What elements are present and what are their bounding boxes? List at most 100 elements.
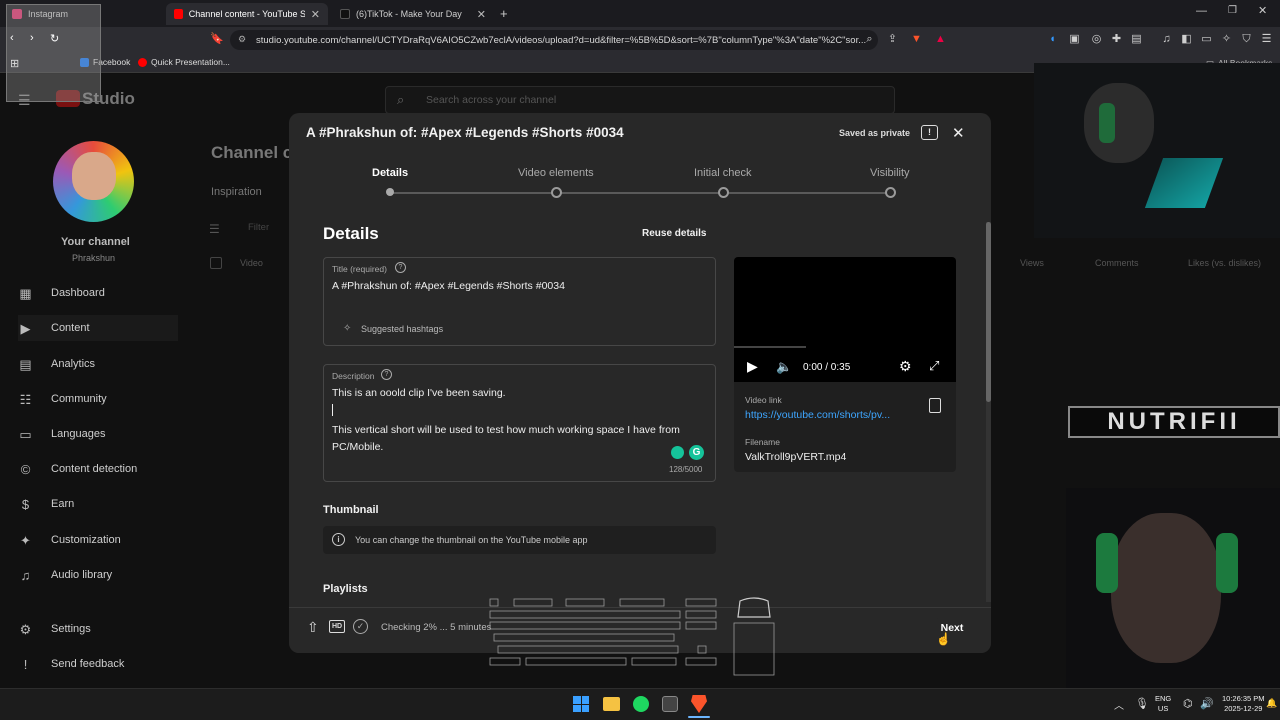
webcam-overlay-room	[1034, 63, 1280, 238]
column-views[interactable]: Views	[1020, 258, 1044, 268]
sidebar-item-dashboard[interactable]: ▦ Dashboard	[18, 280, 188, 306]
person-silhouette	[1084, 83, 1154, 163]
thumbnail-heading: Thumbnail	[323, 504, 379, 516]
extension-icon[interactable]: ◖	[1046, 33, 1059, 46]
site-info-icon[interactable]: ⚙	[238, 34, 246, 45]
close-dialog-icon[interactable]: ✕	[952, 124, 965, 142]
info-icon: i	[332, 533, 345, 546]
feedback-icon: !	[23, 656, 28, 672]
sidebar-icon[interactable]: ◧	[1180, 33, 1193, 46]
forward-icon[interactable]: ›	[30, 32, 34, 44]
tab-inspiration[interactable]: Inspiration	[211, 186, 262, 198]
share-icon[interactable]: ⇪	[886, 33, 899, 46]
copy-icon[interactable]	[929, 398, 941, 413]
check-icon: ✓	[353, 619, 368, 634]
video-link[interactable]: https://youtube.com/shorts/pv...	[745, 409, 890, 421]
sidebar-item-send-feedback[interactable]: ! Send feedback	[18, 651, 188, 677]
sidebar-item-settings[interactable]: ⚙ Settings	[18, 616, 188, 642]
headset-right	[1216, 533, 1238, 593]
close-tab-icon[interactable]: ✕	[311, 8, 320, 21]
leo-icon[interactable]: ✧	[1220, 33, 1233, 46]
settings-gear-icon[interactable]: ⚙	[899, 358, 912, 375]
extension-icon[interactable]: ▤	[1130, 33, 1143, 46]
playlists-heading: Playlists	[323, 583, 368, 595]
step-video-elements[interactable]: Video elements	[518, 167, 594, 179]
sidebar-item-community[interactable]: ☷ Community	[18, 386, 188, 412]
app-icon[interactable]	[662, 696, 678, 712]
suggested-hashtags-button[interactable]: Suggested hashtags	[361, 324, 443, 334]
sparkle-icon: ✧	[343, 323, 352, 334]
bookmark-quick-presentation[interactable]: Quick Presentation...	[138, 57, 230, 67]
clock[interactable]: 10:26:35 PM 2025-12-29	[1222, 694, 1265, 714]
play-icon[interactable]: ▶	[747, 358, 758, 375]
extension-icon[interactable]: ▣	[1068, 33, 1081, 46]
step-initial-check[interactable]: Initial check	[694, 167, 751, 179]
report-issue-icon[interactable]: !	[921, 125, 938, 140]
maximize-button[interactable]: ❐	[1228, 5, 1237, 16]
title-label: Title (required)	[332, 264, 387, 274]
windows-start-icon[interactable]	[573, 696, 589, 712]
new-tab-button[interactable]: +	[500, 6, 508, 21]
filter-input[interactable]: Filter	[248, 222, 269, 233]
character-count: 128/5000	[669, 465, 703, 474]
grammarly-assist-icon[interactable]	[671, 446, 684, 459]
menu-icon[interactable]: ☰	[1260, 33, 1273, 46]
help-icon[interactable]: ?	[395, 262, 406, 273]
dialog-scrollbar-thumb[interactable]	[986, 222, 991, 402]
sidebar-item-earn[interactable]: $ Earn	[18, 491, 188, 517]
language-indicator[interactable]: ENG US	[1155, 694, 1171, 714]
fullscreen-icon[interactable]: ⤢	[929, 358, 939, 374]
notifications-icon[interactable]: 🔔	[1266, 698, 1277, 709]
brave-rewards-icon[interactable]: ▲	[934, 33, 947, 46]
webcam-overlay-face	[1066, 488, 1280, 688]
sidebar-item-audio-library[interactable]: ♫ Audio library	[18, 562, 188, 588]
media-icon[interactable]: ♫	[1160, 33, 1173, 46]
microphone-icon[interactable]: 🎙	[1135, 697, 1149, 710]
url-field[interactable]: ⚙ studio.youtube.com/channel/UCTYDraRqV6…	[230, 30, 878, 50]
active-app-indicator	[688, 716, 710, 718]
step-video-elements-dot	[551, 187, 562, 198]
reload-icon[interactable]: ↻	[50, 32, 59, 45]
filter-icon[interactable]: ☰	[209, 222, 220, 236]
tray-overflow-icon[interactable]: ︿	[1114, 697, 1124, 712]
sidebar-item-content[interactable]: ▶ Content	[18, 315, 178, 341]
brave-shield-icon[interactable]: ▼	[910, 33, 923, 46]
keyboard-keys	[489, 598, 775, 676]
step-visibility[interactable]: Visibility	[870, 167, 910, 179]
description-line-2[interactable]: This vertical short will be used to test…	[332, 422, 707, 456]
help-icon[interactable]: ?	[381, 369, 392, 380]
description-line-1[interactable]: This is an ooold clip I've been saving.	[332, 387, 506, 399]
spotify-icon[interactable]	[633, 696, 649, 712]
tab-tiktok[interactable]: (6)TikTok - Make Your Day ✕	[332, 3, 494, 25]
bookmark-icon[interactable]: 🔖	[210, 33, 224, 46]
extensions-puzzle-icon[interactable]: ✚	[1110, 33, 1123, 46]
extension-icon[interactable]: ◎	[1090, 33, 1103, 46]
sidebar-item-languages[interactable]: ▭ Languages	[18, 421, 188, 447]
network-icon[interactable]: ⌬	[1183, 697, 1193, 710]
back-icon[interactable]: ‹	[10, 32, 14, 44]
volume-icon[interactable]: 🔊	[1200, 697, 1214, 710]
step-details[interactable]: Details	[372, 167, 408, 179]
wallet-icon[interactable]: ▭	[1200, 33, 1213, 46]
settings-gear-icon: ⚙	[19, 621, 32, 637]
sidebar-item-content-detection[interactable]: © Content detection	[18, 456, 188, 482]
close-window-button[interactable]: ✕	[1258, 4, 1267, 17]
title-input[interactable]: A #Phrakshun of: #Apex #Legends #Shorts …	[332, 280, 565, 292]
select-all-checkbox[interactable]	[210, 257, 222, 269]
volume-icon[interactable]: 🔈	[776, 359, 792, 375]
file-explorer-icon[interactable]	[603, 697, 620, 711]
sidebar-item-customization[interactable]: ✦ Customization	[18, 527, 188, 553]
zoom-icon[interactable]: ⌕	[863, 33, 876, 46]
channel-name: Phrakshun	[72, 253, 116, 263]
progress-bar[interactable]	[734, 346, 806, 348]
tab-youtube-studio[interactable]: Channel content - YouTube Studi ✕	[166, 3, 328, 25]
close-tab-icon[interactable]: ✕	[477, 8, 486, 21]
reuse-details-button[interactable]: Reuse details	[642, 228, 706, 239]
sidebar-item-analytics[interactable]: ▤ Analytics	[18, 351, 188, 377]
minimize-button[interactable]: —	[1196, 5, 1207, 17]
vpn-icon[interactable]: ⛉	[1240, 33, 1253, 46]
grammarly-icon[interactable]: G	[689, 445, 704, 460]
step-visibility-dot	[885, 187, 896, 198]
search-input[interactable]: Search across your channel	[426, 94, 556, 106]
apps-icon[interactable]: ⊞	[10, 57, 19, 70]
